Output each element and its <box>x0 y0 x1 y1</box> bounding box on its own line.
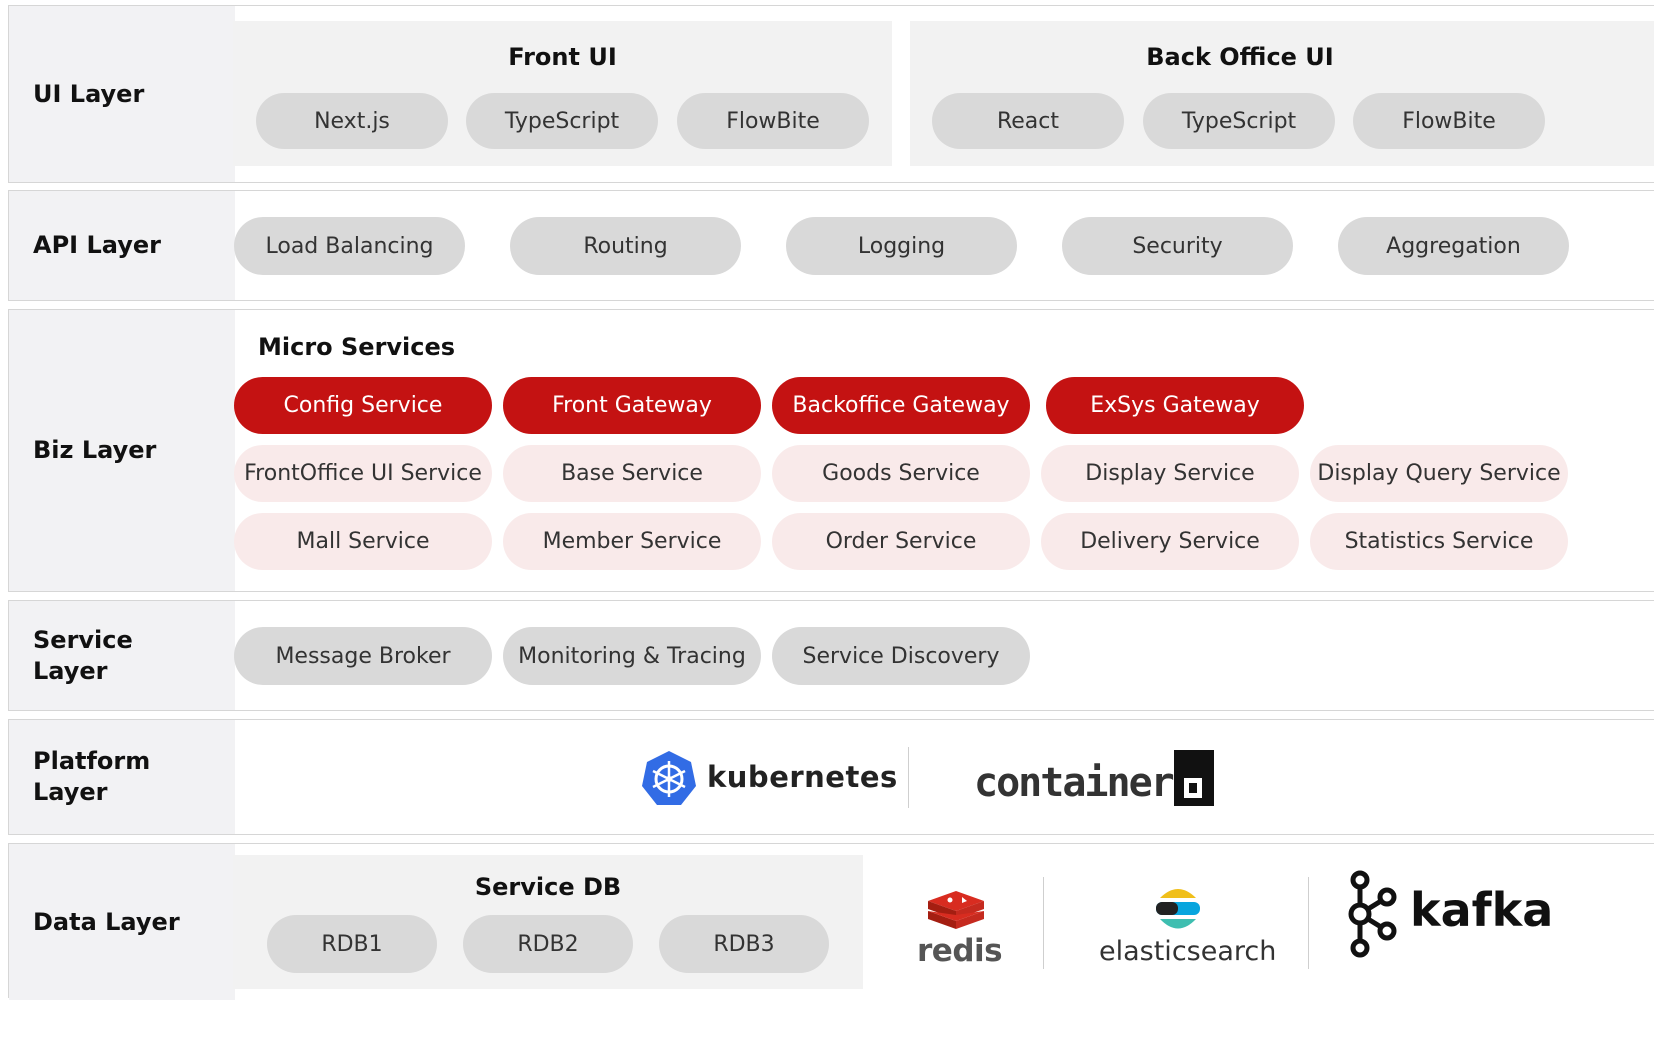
gateway-front: Front Gateway <box>503 377 761 434</box>
redis-logo: redis <box>914 889 1004 974</box>
front-ui-tech-nextjs: Next.js <box>256 93 448 149</box>
kubernetes-icon <box>642 751 696 805</box>
back-ui-tech-typescript: TypeScript <box>1143 93 1335 149</box>
ui-layer-label: UI Layer <box>9 6 235 182</box>
kubernetes-logo: kubernetes <box>639 748 897 808</box>
front-ui-title: Front UI <box>508 43 617 71</box>
back-ui-tech-flowbite: FlowBite <box>1353 93 1545 149</box>
containerd-d-icon <box>1174 750 1214 806</box>
front-ui-tech-typescript: TypeScript <box>466 93 658 149</box>
service-layer-row: Service Layer Message Broker Monitoring … <box>8 600 1654 711</box>
elasticsearch-icon <box>1156 889 1200 929</box>
data-layer-row: Data Layer Service DB RDB1 RDB2 RDB3 red… <box>8 843 1654 1000</box>
db-rdb1: RDB1 <box>267 915 437 973</box>
service-discovery: Service Discovery <box>772 627 1030 685</box>
gateway-config-service: Config Service <box>234 377 492 434</box>
gateway-backoffice: Backoffice Gateway <box>772 377 1030 434</box>
data-layer-label: Data Layer <box>9 844 235 1000</box>
api-load-balancing: Load Balancing <box>234 217 465 275</box>
monitoring-tracing: Monitoring & Tracing <box>503 627 761 685</box>
service-base: Base Service <box>503 445 761 502</box>
service-order: Order Service <box>772 513 1030 570</box>
platform-layer-row: Platform Layer kubernetes containerd <box>8 719 1654 835</box>
elasticsearch-logo: elasticsearch <box>1094 886 1277 976</box>
api-security: Security <box>1062 217 1293 275</box>
redis-wordmark: redis <box>917 933 1003 969</box>
api-routing: Routing <box>510 217 741 275</box>
db-rdb2: RDB2 <box>463 915 633 973</box>
service-statistics: Statistics Service <box>1310 513 1568 570</box>
db-rdb3: RDB3 <box>659 915 829 973</box>
kafka-icon <box>1348 870 1397 958</box>
containerd-logo: containerd <box>974 748 1234 808</box>
service-layer-label: Service Layer <box>9 601 235 710</box>
platform-layer-label: Platform Layer <box>9 720 235 834</box>
biz-layer-label: Biz Layer <box>9 310 235 591</box>
data-divider-1 <box>1043 877 1044 969</box>
message-broker: Message Broker <box>234 627 492 685</box>
service-delivery: Delivery Service <box>1041 513 1299 570</box>
biz-layer-row: Biz Layer Micro Services Config Service … <box>8 309 1654 592</box>
ui-layer-row: UI Layer Front UI Next.js TypeScript Flo… <box>8 5 1654 183</box>
api-layer-label: API Layer <box>9 191 235 300</box>
service-goods: Goods Service <box>772 445 1030 502</box>
kafka-logo: kafka <box>1342 869 1553 959</box>
platform-divider <box>908 747 909 808</box>
gateway-exsys: ExSys Gateway <box>1046 377 1304 434</box>
data-divider-2 <box>1308 877 1309 969</box>
service-mall: Mall Service <box>234 513 492 570</box>
back-office-ui-title: Back Office UI <box>1146 43 1334 71</box>
front-ui-tech-flowbite: FlowBite <box>677 93 869 149</box>
kubernetes-wordmark: kubernetes <box>707 760 898 794</box>
redis-icon <box>928 891 984 929</box>
service-display-query: Display Query Service <box>1310 445 1568 502</box>
service-frontoffice-ui: FrontOffice UI Service <box>234 445 492 502</box>
back-office-ui-panel: Back Office UI React TypeScript FlowBite <box>910 21 1654 166</box>
api-logging: Logging <box>786 217 1017 275</box>
containerd-wordmark: containerd <box>974 760 1197 806</box>
service-display: Display Service <box>1041 445 1299 502</box>
front-ui-panel: Front UI Next.js TypeScript FlowBite <box>233 21 892 166</box>
api-aggregation: Aggregation <box>1338 217 1569 275</box>
micro-services-title: Micro Services <box>258 333 456 361</box>
elasticsearch-wordmark: elasticsearch <box>1099 936 1277 967</box>
kafka-wordmark: kafka <box>1410 883 1554 937</box>
service-member: Member Service <box>503 513 761 570</box>
service-db-title: Service DB <box>474 873 622 901</box>
api-layer-row: API Layer Load Balancing Routing Logging… <box>8 190 1654 301</box>
back-ui-tech-react: React <box>932 93 1124 149</box>
service-db-panel: Service DB RDB1 RDB2 RDB3 <box>233 855 863 989</box>
